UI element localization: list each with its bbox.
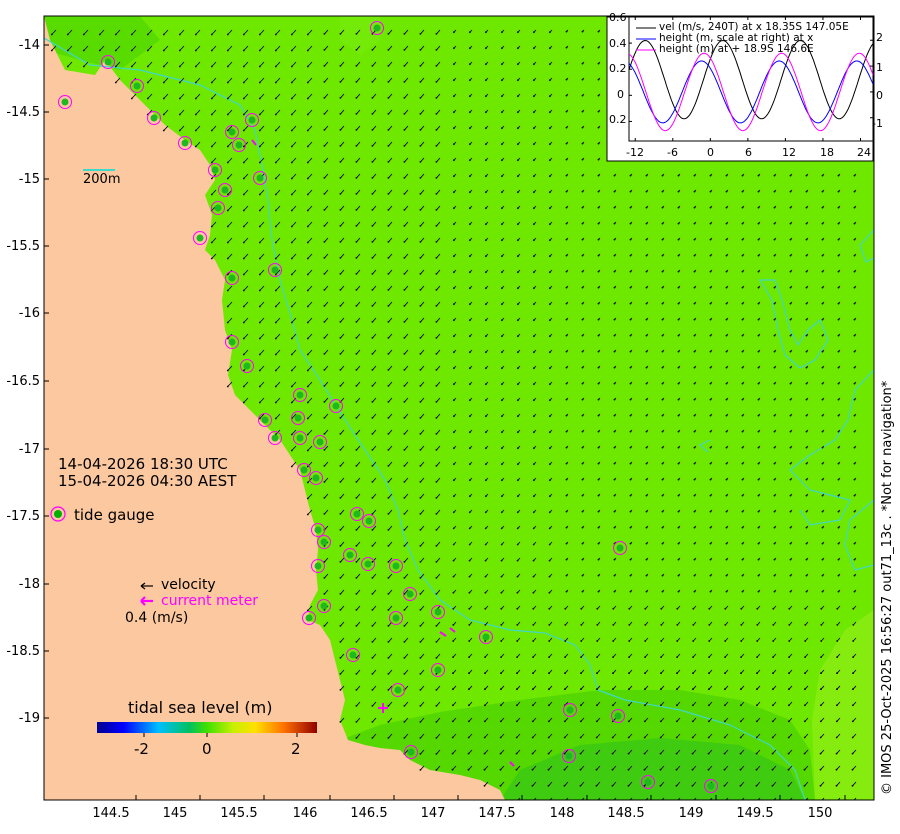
inset-left-tick: 0.4 bbox=[609, 37, 627, 50]
colorbar-tick-label: 0 bbox=[202, 740, 212, 758]
inset-x-tick: -6 bbox=[667, 146, 678, 159]
x-tick-label: 150 bbox=[807, 806, 833, 821]
inset-right-tick: 1 bbox=[876, 61, 883, 74]
inset-left-tick: 0.2 bbox=[609, 62, 627, 75]
inset-right-tick: 2 bbox=[876, 31, 883, 44]
velocity-legend-label: velocity bbox=[161, 577, 216, 593]
time-utc-label: 14-04-2026 18:30 UTC bbox=[58, 455, 228, 473]
inset-x-tick: -12 bbox=[626, 146, 644, 159]
x-tick-label: 149 bbox=[678, 806, 704, 821]
x-tick-label: 148 bbox=[549, 806, 575, 821]
inset-x-tick: 18 bbox=[820, 146, 834, 159]
inset-x-tick: 6 bbox=[745, 146, 752, 159]
x-tick-label: 149.5 bbox=[736, 806, 774, 821]
y-tick-label: -17 bbox=[18, 442, 40, 457]
velocity-scale-label: 0.4 (m/s) bbox=[125, 610, 189, 626]
x-tick-label: 146 bbox=[292, 806, 318, 821]
y-tick-label: -15 bbox=[18, 172, 40, 187]
legend-entry-height-plus: height (m) at + 18.9S 146.6E bbox=[659, 43, 814, 55]
y-tick-label: -16.5 bbox=[6, 374, 40, 389]
time-aest-label: 15-04-2026 04:30 AEST bbox=[58, 472, 237, 490]
x-tick-label: 145.5 bbox=[220, 806, 258, 821]
y-tick-label: -16 bbox=[18, 306, 40, 321]
x-tick-label: 146.5 bbox=[350, 806, 388, 821]
inset-left-tick: 0 bbox=[617, 88, 624, 101]
y-tick-label: -18.5 bbox=[6, 644, 40, 659]
colorbar-tick-label: 2 bbox=[291, 740, 301, 758]
inset-right-tick: -1 bbox=[872, 117, 883, 130]
inset-right-tick: 0 bbox=[876, 89, 883, 102]
inset-x-tick: 24 bbox=[857, 146, 871, 159]
x-tick-label: 144.5 bbox=[92, 806, 130, 821]
y-tick-label: -18 bbox=[18, 577, 40, 592]
inset-x-tick: 12 bbox=[782, 146, 796, 159]
colorbar-tick-label: -2 bbox=[134, 740, 149, 758]
inset-x-tick: 0 bbox=[707, 146, 714, 159]
scale-bar-label: 200m bbox=[83, 172, 121, 187]
colorbar bbox=[97, 722, 317, 733]
x-tick-label: 147 bbox=[420, 806, 446, 821]
y-tick-label: -14 bbox=[18, 38, 40, 53]
y-tick-label: -15.5 bbox=[6, 239, 40, 254]
colorbar-title: tidal sea level (m) bbox=[128, 698, 273, 717]
x-tick-label: 145 bbox=[162, 806, 188, 821]
y-tick-label: -19 bbox=[18, 711, 40, 726]
tide-gauge-legend-dot bbox=[54, 510, 62, 518]
y-tick-label: -17.5 bbox=[6, 509, 40, 524]
y-tick-label: -14.5 bbox=[6, 105, 40, 120]
x-tick-label: 147.5 bbox=[478, 806, 516, 821]
x-tick-label: 148.5 bbox=[607, 806, 645, 821]
tide-gauge-legend-label: tide gauge bbox=[74, 506, 155, 524]
inset-left-tick: 0.2 bbox=[609, 113, 627, 126]
current-meter-legend-label: current meter bbox=[161, 593, 259, 609]
inset-left-tick: 0.6 bbox=[609, 11, 627, 24]
credit-text: © IMOS 25-Oct-2025 16:56:27 out71_13c . … bbox=[880, 380, 895, 795]
